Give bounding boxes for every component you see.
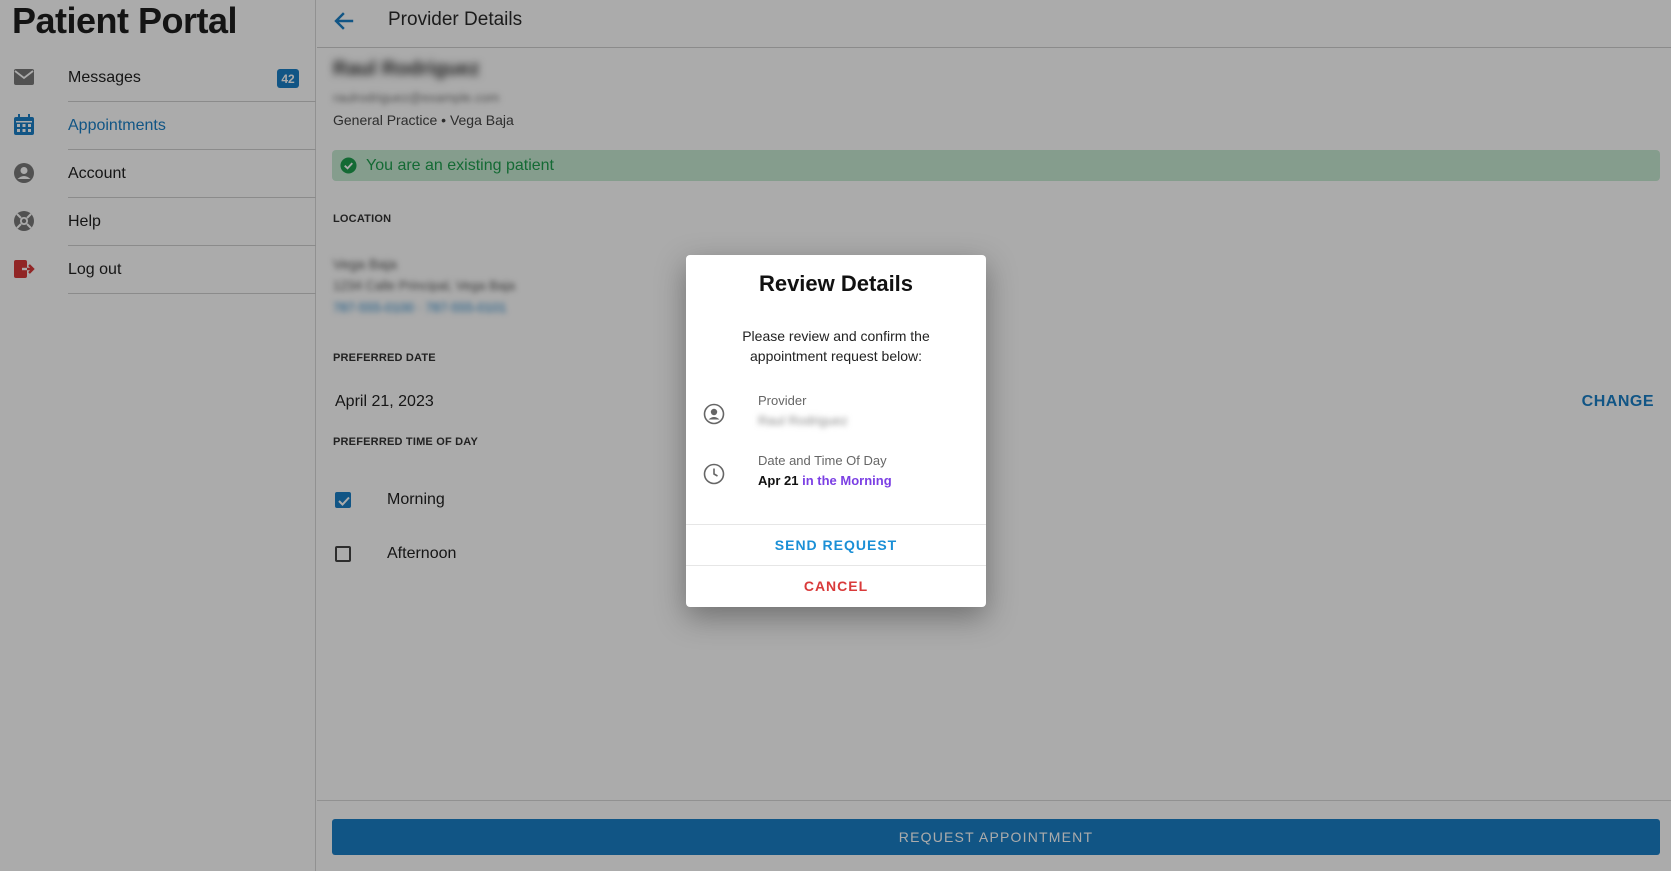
review-details-dialog: Review Details Please review and confirm… xyxy=(686,255,986,607)
cancel-button[interactable]: CANCEL xyxy=(686,566,986,606)
date-value: Apr 21 xyxy=(758,473,799,488)
time-of-day-value: in the Morning xyxy=(802,473,892,488)
datetime-label: Date and Time Of Day xyxy=(758,453,887,468)
dialog-title: Review Details xyxy=(758,271,914,296)
send-request-button[interactable]: SEND REQUEST xyxy=(686,525,986,565)
dialog-description: Please review and confirm the appointmen… xyxy=(742,328,930,364)
datetime-detail-row: Date and Time Of Day Apr 21 in the Morni… xyxy=(686,453,986,493)
provider-value: Raul Rodriguez xyxy=(758,413,848,428)
account-circle-icon xyxy=(703,403,725,425)
provider-label: Provider xyxy=(758,393,807,408)
clock-icon xyxy=(703,463,725,485)
provider-detail-row: Provider Raul Rodriguez xyxy=(686,393,986,433)
datetime-value: Apr 21 in the Morning xyxy=(758,473,892,488)
